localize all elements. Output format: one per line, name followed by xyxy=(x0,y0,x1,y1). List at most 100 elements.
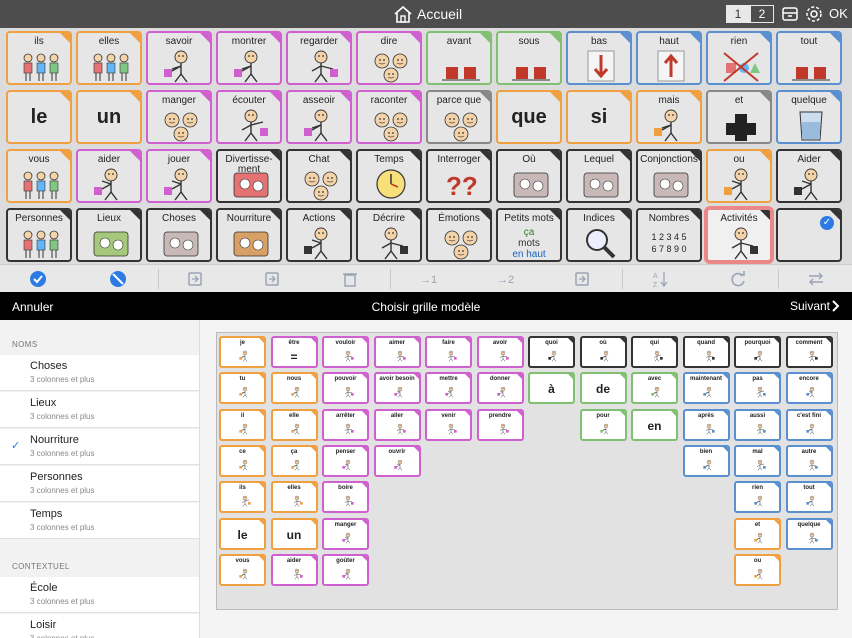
symbol-cell[interactable]: le xyxy=(6,90,72,144)
preview-label: quelque xyxy=(797,521,821,528)
symbol-cell[interactable]: raconter xyxy=(356,90,422,144)
person-icon-nous xyxy=(290,387,299,398)
template-list-item[interactable]: Choses 3 colonnes et plus xyxy=(0,355,199,391)
symbol-cell[interactable]: que xyxy=(496,90,562,144)
preview-cell: manger xyxy=(322,517,369,550)
symbol-cell[interactable]: Décrire xyxy=(356,208,422,262)
preview-picture xyxy=(238,385,252,399)
symbol-cell[interactable]: sous xyxy=(496,31,562,85)
symbol-cell[interactable]: Indices xyxy=(566,208,632,262)
preview-picture xyxy=(805,422,819,436)
template-list-item[interactable]: Loisir 3 colonnes et plus xyxy=(0,614,199,638)
symbol-cell[interactable]: ✓ xyxy=(776,208,842,262)
swap-icon[interactable] xyxy=(806,269,826,289)
symbol-cell[interactable]: tout xyxy=(776,31,842,85)
symbol-cell[interactable]: asseoir xyxy=(286,90,352,144)
person-icon-c'est fini xyxy=(805,423,814,435)
top-bar: Accueil 1 2 OK xyxy=(0,0,852,28)
person-icon-aussi xyxy=(756,423,766,435)
symbol-cell[interactable]: haut xyxy=(636,31,702,85)
archive-icon[interactable] xyxy=(780,5,800,23)
export-icon[interactable] xyxy=(262,269,282,289)
export-icon-glyph xyxy=(265,272,279,286)
symbol-cell[interactable]: rien xyxy=(706,31,772,85)
check-all-icon[interactable] xyxy=(28,269,48,289)
symbol-cell[interactable]: ils xyxy=(6,31,72,85)
symbol-cell[interactable]: et xyxy=(706,90,772,144)
symbol-cell[interactable]: bas xyxy=(566,31,632,85)
symbol-cell[interactable]: montrer xyxy=(216,31,282,85)
template-list-item[interactable]: Lieux 3 colonnes et plus xyxy=(0,392,199,428)
delete-icon[interactable] xyxy=(340,269,360,289)
cell-picture xyxy=(230,108,272,142)
home-icon[interactable] xyxy=(393,4,413,24)
symbol-cell[interactable]: regarder xyxy=(286,31,352,85)
symbol-cell[interactable]: Activités xyxy=(706,208,772,262)
page-title-area[interactable]: Accueil xyxy=(393,4,462,24)
symbol-cell[interactable]: mais xyxy=(636,90,702,144)
symbol-cell[interactable]: Personnes xyxy=(6,208,72,262)
symbol-cell[interactable]: Temps xyxy=(356,149,422,203)
symbol-cell[interactable]: écouter xyxy=(216,90,282,144)
cell-picture xyxy=(650,167,692,201)
symbol-cell[interactable]: Émotions xyxy=(426,208,492,262)
symbol-cell[interactable]: Actions xyxy=(286,208,352,262)
uncheck-icon[interactable] xyxy=(108,269,128,289)
gear-icon[interactable] xyxy=(804,5,824,23)
template-list-item[interactable]: Personnes 3 colonnes et plus xyxy=(0,466,199,502)
symbol-cell[interactable]: Chat xyxy=(286,149,352,203)
symbol-cell[interactable]: parce que xyxy=(426,90,492,144)
template-list-item[interactable]: ✓ Nourriture 3 colonnes et plus xyxy=(0,429,199,465)
sort-icon[interactable]: AZ xyxy=(650,269,670,289)
move-2-icon[interactable]: →2 xyxy=(495,269,515,289)
preview-label: prendre xyxy=(488,412,512,419)
symbol-cell[interactable]: vous xyxy=(6,149,72,203)
app-window: Accueil 1 2 OK ils elles savoir montrer rega… xyxy=(0,0,852,638)
preview-cell: vouloir xyxy=(322,336,369,368)
symbol-cell[interactable]: Divertisse-ment xyxy=(216,149,282,203)
page-tab-1[interactable]: 1 xyxy=(726,5,750,23)
symbol-cell[interactable]: Choses xyxy=(146,208,212,262)
preview-label: pouvoir xyxy=(334,376,357,383)
preview-picture xyxy=(238,458,252,472)
symbol-cell[interactable]: savoir xyxy=(146,31,212,85)
symbol-cell[interactable]: quelque xyxy=(776,90,842,144)
page-tab-2[interactable]: 2 xyxy=(750,5,774,23)
symbol-cell[interactable]: si xyxy=(566,90,632,144)
symbol-cell[interactable]: Nombres 1 2 3 4 5 6 7 8 9 0 xyxy=(636,208,702,262)
symbol-cell[interactable]: aider xyxy=(76,149,142,203)
preview-cell: avec xyxy=(631,372,678,405)
preview-label: donner xyxy=(489,376,511,383)
move-box-icon[interactable] xyxy=(572,269,592,289)
symbol-cell[interactable]: Où xyxy=(496,149,562,203)
preview-label: pourquoi xyxy=(744,340,771,346)
symbol-cell[interactable]: Lequel xyxy=(566,149,632,203)
symbol-cell[interactable]: Aider xyxy=(776,149,842,203)
symbol-cell[interactable]: Petits mots ça mots en haut xyxy=(496,208,562,262)
move-1-icon[interactable]: →1 xyxy=(418,269,438,289)
preview-picture xyxy=(290,494,304,508)
symbol-cell[interactable]: jouer xyxy=(146,149,212,203)
next-button[interactable]: Suivant xyxy=(790,299,840,313)
symbol-cell[interactable]: Lieux xyxy=(76,208,142,262)
preview-picture xyxy=(341,494,355,508)
symbol-cell[interactable]: un xyxy=(76,90,142,144)
symbol-cell[interactable]: Nourriture xyxy=(216,208,282,262)
person-icon-ce xyxy=(239,459,248,471)
import-icon[interactable] xyxy=(185,269,205,289)
cell-picture xyxy=(790,108,832,142)
cancel-button[interactable]: Annuler xyxy=(12,300,53,314)
ok-button[interactable]: OK xyxy=(829,6,848,21)
preview-picture xyxy=(650,349,664,363)
template-list-item[interactable]: École 3 colonnes et plus xyxy=(0,577,199,613)
symbol-cell[interactable]: elles xyxy=(76,31,142,85)
symbol-cell[interactable]: Conjonctions xyxy=(636,149,702,203)
refresh-icon[interactable] xyxy=(728,269,748,289)
symbol-cell[interactable]: avant xyxy=(426,31,492,85)
symbol-cell[interactable]: Interroger?? xyxy=(426,149,492,203)
symbol-cell[interactable]: ou xyxy=(706,149,772,203)
refresh-icon-glyph xyxy=(731,271,745,287)
symbol-cell[interactable]: dire xyxy=(356,31,422,85)
template-list-item[interactable]: Temps 3 colonnes et plus xyxy=(0,503,199,539)
symbol-cell[interactable]: manger xyxy=(146,90,212,144)
